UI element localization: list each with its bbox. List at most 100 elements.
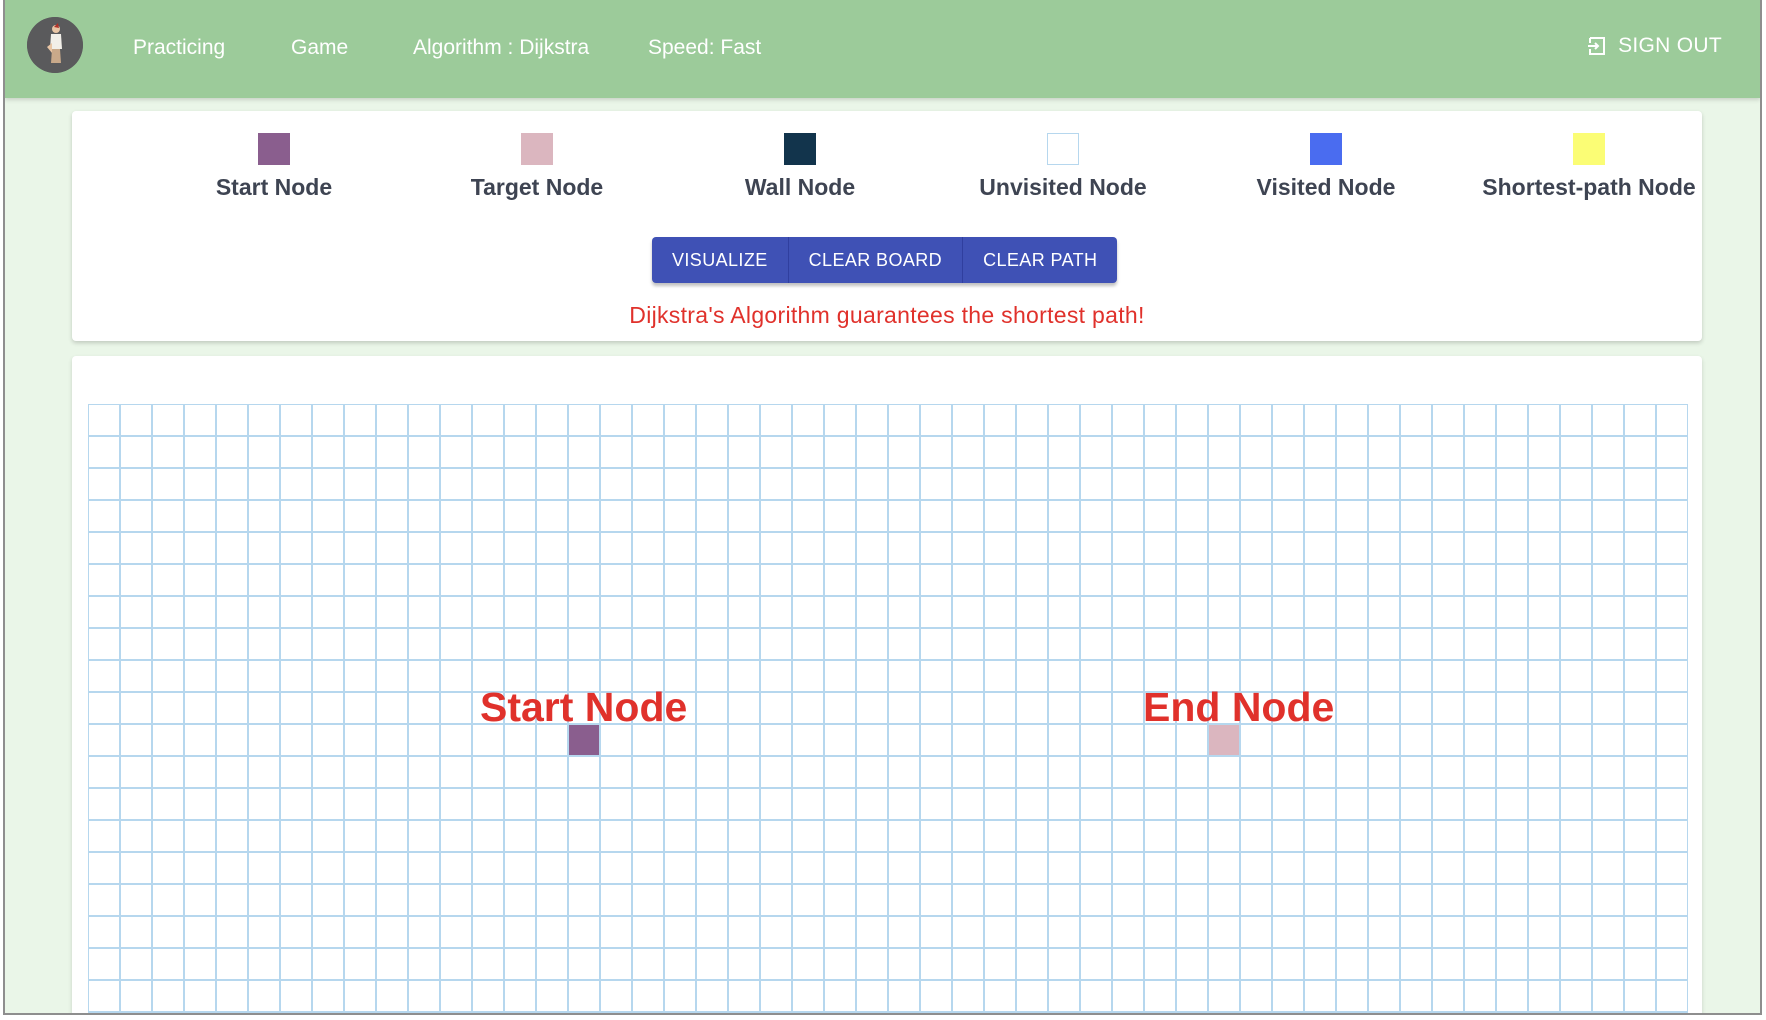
grid-node[interactable]: [1368, 884, 1400, 916]
grid-node[interactable]: [792, 564, 824, 596]
grid-node[interactable]: [152, 788, 184, 820]
grid-node[interactable]: [1272, 500, 1304, 532]
grid-node[interactable]: [1240, 916, 1272, 948]
grid-node[interactable]: [1240, 788, 1272, 820]
grid-node[interactable]: [600, 820, 632, 852]
grid-node[interactable]: [1560, 852, 1592, 884]
grid-node[interactable]: [1592, 404, 1624, 436]
grid-node[interactable]: [696, 532, 728, 564]
grid-node[interactable]: [1208, 564, 1240, 596]
grid-node[interactable]: [1464, 948, 1496, 980]
grid-node[interactable]: [1592, 660, 1624, 692]
grid-node[interactable]: [1336, 980, 1368, 1012]
grid-node[interactable]: [1336, 1012, 1368, 1013]
grid-node[interactable]: [888, 916, 920, 948]
grid-node[interactable]: [152, 1012, 184, 1013]
grid-node[interactable]: [248, 628, 280, 660]
grid-node[interactable]: [536, 564, 568, 596]
grid-node[interactable]: [472, 436, 504, 468]
grid-node[interactable]: [1528, 660, 1560, 692]
grid-node[interactable]: [344, 532, 376, 564]
grid-node[interactable]: [504, 404, 536, 436]
grid-node[interactable]: [440, 916, 472, 948]
grid-node[interactable]: [184, 692, 216, 724]
grid-node[interactable]: [824, 820, 856, 852]
grid-node[interactable]: [1624, 756, 1656, 788]
grid-node[interactable]: [1112, 948, 1144, 980]
grid-node[interactable]: [920, 468, 952, 500]
grid-node[interactable]: [1048, 436, 1080, 468]
grid-node[interactable]: [216, 724, 248, 756]
grid-node[interactable]: [1400, 500, 1432, 532]
grid-node[interactable]: [952, 820, 984, 852]
grid-node[interactable]: [312, 468, 344, 500]
grid-node[interactable]: [952, 884, 984, 916]
grid-node[interactable]: [536, 948, 568, 980]
grid-node[interactable]: [1304, 564, 1336, 596]
grid-node[interactable]: [536, 596, 568, 628]
nav-speed-select[interactable]: Speed: Fast: [648, 36, 761, 60]
grid-node[interactable]: [824, 404, 856, 436]
grid-node[interactable]: [312, 436, 344, 468]
grid-node[interactable]: [408, 756, 440, 788]
grid-node[interactable]: [824, 948, 856, 980]
grid-node[interactable]: [760, 500, 792, 532]
grid-node[interactable]: [1176, 596, 1208, 628]
grid-node[interactable]: [408, 564, 440, 596]
grid-node[interactable]: [1336, 820, 1368, 852]
grid-node[interactable]: [1432, 1012, 1464, 1013]
grid-node[interactable]: [600, 916, 632, 948]
grid-node[interactable]: [856, 756, 888, 788]
grid-node[interactable]: [1368, 404, 1400, 436]
grid-node[interactable]: [1304, 916, 1336, 948]
grid-node[interactable]: [120, 628, 152, 660]
grid-node[interactable]: [152, 660, 184, 692]
grid-node[interactable]: [1560, 532, 1592, 564]
grid-node[interactable]: [920, 564, 952, 596]
grid-node[interactable]: [696, 628, 728, 660]
grid-node[interactable]: [248, 468, 280, 500]
grid-node[interactable]: [88, 948, 120, 980]
grid-node[interactable]: [1368, 468, 1400, 500]
grid-node[interactable]: [1240, 1012, 1272, 1013]
grid-node[interactable]: [1496, 916, 1528, 948]
grid-node[interactable]: [728, 980, 760, 1012]
grid-node[interactable]: [312, 404, 344, 436]
grid-node[interactable]: [1624, 532, 1656, 564]
grid-node[interactable]: [1400, 1012, 1432, 1013]
grid-node[interactable]: [1112, 468, 1144, 500]
grid-node[interactable]: [1240, 884, 1272, 916]
grid-node[interactable]: [888, 404, 920, 436]
grid-node[interactable]: [1048, 468, 1080, 500]
grid-node[interactable]: [1656, 948, 1688, 980]
grid-node[interactable]: [1240, 564, 1272, 596]
grid-node[interactable]: [440, 980, 472, 1012]
grid-node[interactable]: [984, 980, 1016, 1012]
grid-node[interactable]: [120, 436, 152, 468]
grid-node[interactable]: [856, 532, 888, 564]
grid-node[interactable]: [1048, 756, 1080, 788]
grid-node[interactable]: [216, 948, 248, 980]
grid-node[interactable]: [1464, 468, 1496, 500]
grid-node[interactable]: [152, 756, 184, 788]
grid-node[interactable]: [600, 436, 632, 468]
grid-node[interactable]: [1080, 948, 1112, 980]
grid-node[interactable]: [888, 628, 920, 660]
grid-node[interactable]: [664, 820, 696, 852]
grid-node[interactable]: [632, 788, 664, 820]
grid-node[interactable]: [280, 884, 312, 916]
grid-node[interactable]: [504, 788, 536, 820]
grid-node[interactable]: [440, 1012, 472, 1013]
grid-node[interactable]: [1208, 628, 1240, 660]
grid-node[interactable]: [376, 692, 408, 724]
grid-node[interactable]: [728, 500, 760, 532]
grid-node[interactable]: [1400, 724, 1432, 756]
grid-node[interactable]: [312, 980, 344, 1012]
grid-node[interactable]: [1048, 948, 1080, 980]
grid-node[interactable]: [1624, 436, 1656, 468]
grid-node[interactable]: [88, 468, 120, 500]
grid-node[interactable]: [472, 948, 504, 980]
grid-node[interactable]: [1112, 628, 1144, 660]
grid-node[interactable]: [1016, 660, 1048, 692]
grid-node[interactable]: [984, 820, 1016, 852]
